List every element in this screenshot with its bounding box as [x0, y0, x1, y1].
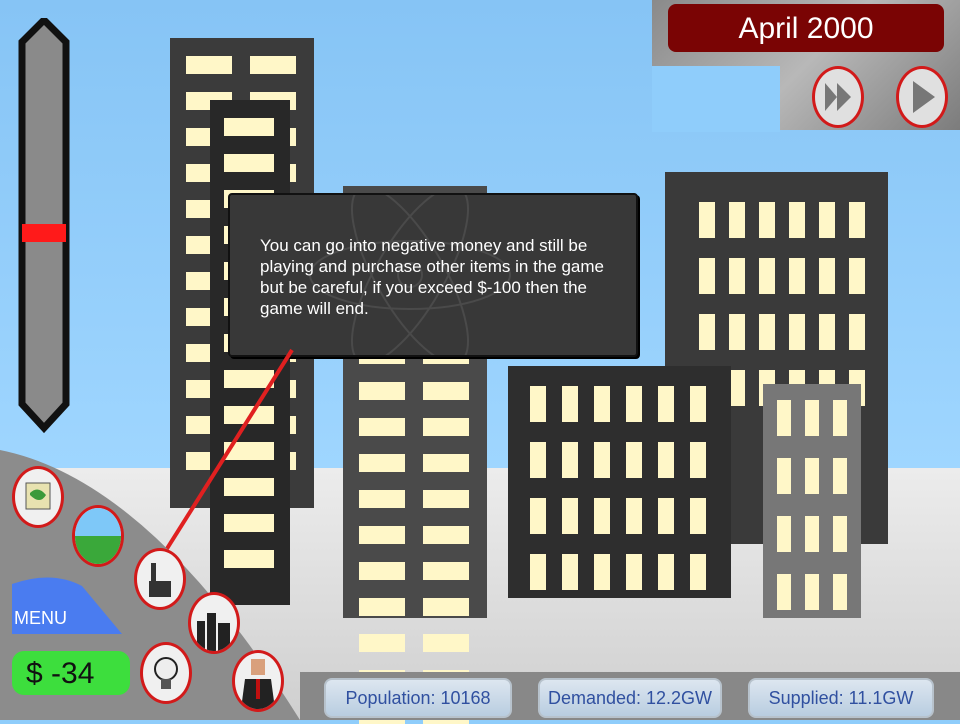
- landscape-button[interactable]: [72, 505, 124, 567]
- map-scroll-icon: [25, 482, 51, 510]
- businessman-icon: [241, 659, 275, 709]
- lightbulb-icon: [154, 657, 178, 689]
- map-button[interactable]: [12, 466, 64, 528]
- money-display: $ -34: [12, 651, 130, 695]
- menu-label: MENU: [14, 608, 67, 628]
- city-skyline-icon: [197, 613, 230, 651]
- factory-icon: [149, 563, 171, 597]
- landscape-icon: [75, 508, 121, 564]
- supplied-stat: Supplied: 11.1GW: [748, 678, 934, 718]
- population-stat: Population: 10168: [324, 678, 512, 718]
- demanded-stat: Demanded: 12.2GW: [538, 678, 722, 718]
- factory-button[interactable]: [134, 548, 186, 610]
- city-button[interactable]: [188, 592, 240, 654]
- businessman-button[interactable]: [232, 650, 284, 712]
- lightbulb-button[interactable]: [140, 642, 192, 704]
